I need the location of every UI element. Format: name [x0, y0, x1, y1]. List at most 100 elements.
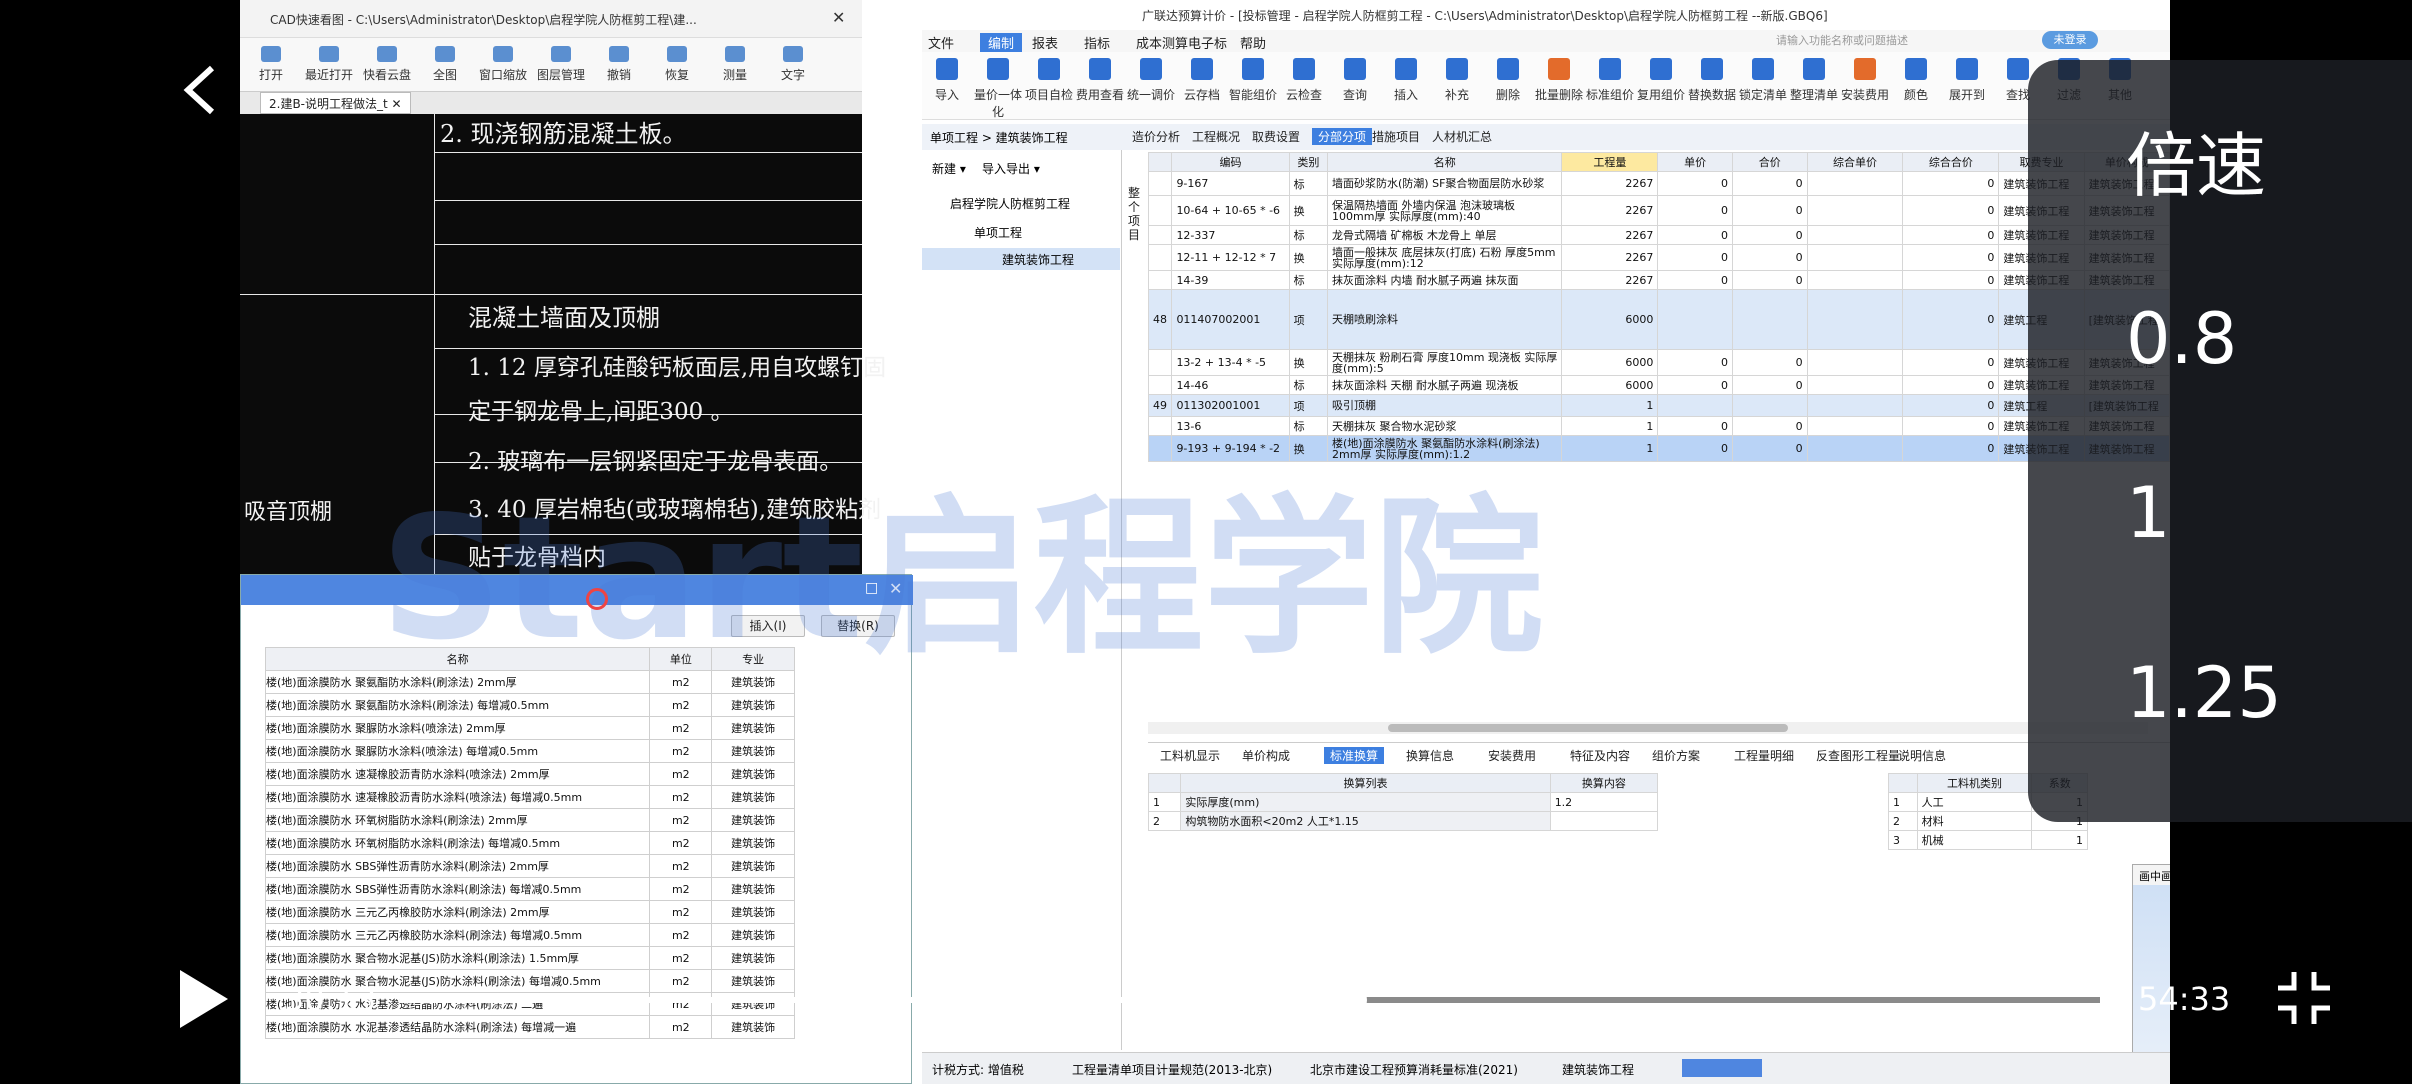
dialog-row[interactable]: 楼(地)面涂膜防水 速凝橡胶沥青防水涂料(喷涂法) 2mm厚 m2 建筑装饰 — [264, 762, 795, 786]
fullscreen-exit-button[interactable] — [2274, 968, 2334, 1028]
menu-item[interactable]: 编制 — [980, 33, 1023, 52]
menu-item[interactable]: 帮助 — [1240, 33, 1266, 52]
grid-row[interactable]: 13-6标天棚抹灰 聚合物水泥砂浆1000建筑装饰工程建筑装饰工程 — [1147, 416, 2170, 436]
ribbon-button[interactable]: 智能组价 — [1228, 58, 1278, 103]
conv-row[interactable]: 2 构筑物防水面积<20m2 人工*1.15 — [1147, 811, 1659, 831]
grid-column-header[interactable]: 类别 — [1288, 152, 1329, 172]
grid-row[interactable]: 9-167标墙面砂浆防水(防潮) SF聚合物面层防水砂浆2267000建筑装饰工… — [1147, 171, 2170, 196]
page-tab[interactable]: 措施项目 — [1372, 128, 1420, 145]
dialog-row[interactable]: 楼(地)面涂膜防水 速凝橡胶沥青防水涂料(喷涂法) 每增减0.5mm m2 建筑装饰 — [264, 785, 795, 809]
grid-column-header[interactable]: 名称 — [1327, 152, 1563, 172]
grid-column-header[interactable]: 单价 — [1657, 152, 1733, 172]
bottom-tab[interactable]: 组价方案 — [1652, 747, 1700, 764]
ribbon-button[interactable]: 统一调价 — [1126, 58, 1176, 103]
close-icon[interactable]: ✕ — [832, 8, 845, 27]
page-tab[interactable]: 取费设置 — [1252, 128, 1300, 145]
bottom-tab[interactable]: 工料机显示 — [1160, 747, 1220, 764]
conv-row[interactable]: 1 实际厚度(mm) 1.2 — [1147, 792, 1659, 812]
cad-toolbar-button[interactable]: 撤销 — [594, 42, 644, 88]
cad-toolbar-button[interactable]: 最近打开 — [304, 42, 354, 88]
bottom-tab[interactable]: 特征及内容 — [1570, 747, 1630, 764]
search-input[interactable]: 请输入功能名称或问题描述 — [1762, 32, 1962, 50]
cad-tab[interactable]: 2.建B-说明工程做法_t ✕ — [260, 92, 411, 114]
bottom-tab[interactable]: 说明信息 — [1898, 747, 1946, 764]
page-tab[interactable]: 造价分析 — [1132, 128, 1180, 145]
grid-row[interactable]: 13-2 + 13-4 * -5 换天棚抹灰 粉刷石膏 厚度10mm 现浇板 实际… — [1147, 349, 2170, 376]
bottom-tab[interactable]: 工程量明细 — [1734, 747, 1794, 764]
conv-value-input[interactable] — [1549, 811, 1659, 831]
grid-row[interactable]: 48011407002001项天棚喷刷涂料60000建筑工程[建筑装饰工程 — [1147, 289, 2170, 350]
ribbon-button[interactable]: 整理清单 — [1789, 58, 1839, 103]
bottom-tab[interactable]: 标准换算 — [1324, 747, 1385, 764]
cad-toolbar-button[interactable]: 打开 — [246, 42, 296, 88]
import-export-button[interactable]: 导入导出 ▾ — [982, 160, 1040, 177]
grid-row[interactable]: 14-46标抹灰面涂料 天棚 耐水腻子两遍 现浇板6000000建筑装饰工程建筑… — [1147, 375, 2170, 395]
ribbon-button[interactable]: 替换数据 — [1687, 58, 1737, 103]
grid-column-header[interactable]: 工程量 — [1561, 152, 1659, 172]
dialog-row[interactable]: 楼(地)面涂膜防水 三元乙丙橡胶防水涂料(刷涂法) 每增减0.5mm m2 建筑装饰 — [264, 923, 795, 947]
menu-item[interactable]: 成本测算 — [1136, 33, 1188, 52]
ribbon-button[interactable]: 锁定清单 — [1738, 58, 1788, 103]
cad-toolbar-button[interactable]: 文字 — [768, 42, 818, 88]
dialog-row[interactable]: 楼(地)面涂膜防水 三元乙丙橡胶防水涂料(刷涂法) 2mm厚 m2 建筑装饰 — [264, 900, 795, 924]
cad-toolbar-button[interactable]: 窗口缩放 — [478, 42, 528, 88]
ribbon-button[interactable]: 量价一体化 — [973, 58, 1023, 120]
grid-column-header[interactable]: 综合合价 — [1902, 152, 2000, 172]
dialog-row[interactable]: 楼(地)面涂膜防水 水泥基渗透结晶防水涂料(刷涂法) 每增减一遍 m2 建筑装饰 — [264, 1015, 795, 1039]
ribbon-button[interactable]: 删除 — [1483, 58, 1533, 103]
speed-option-1[interactable]: 1 — [2126, 472, 2171, 554]
speed-option-1-25[interactable]: 1.25 — [2126, 652, 2282, 734]
grid-row[interactable]: 12-337标龙骨式隔墙 矿棉板 木龙骨上 单层2267000建筑装饰工程建筑装… — [1147, 225, 2170, 245]
menu-item[interactable]: 指标 — [1084, 33, 1110, 52]
dialog-row[interactable]: 楼(地)面涂膜防水 聚氨酯防水涂料(刷涂法) 每增减0.5mm m2 建筑装饰 — [264, 693, 795, 717]
ribbon-button[interactable]: 云检查 — [1279, 58, 1329, 103]
bottom-tab[interactable]: 反查图形工程量 — [1816, 747, 1900, 764]
dialog-row[interactable]: 楼(地)面涂膜防水 环氧树脂防水涂料(刷涂法) 每增减0.5mm m2 建筑装饰 — [264, 831, 795, 855]
cad-toolbar-button[interactable]: 全图 — [420, 42, 470, 88]
menu-item[interactable]: 电子标 — [1188, 33, 1227, 52]
grid-column-header[interactable]: 编码 — [1171, 152, 1290, 172]
ribbon-button[interactable]: 补充 — [1432, 58, 1482, 103]
grid-scrollbar[interactable] — [1148, 722, 2148, 734]
tree-item-single[interactable]: 单项工程 — [974, 224, 1022, 241]
new-button[interactable]: 新建 ▾ — [932, 160, 966, 177]
tree-root[interactable]: 启程学院人防框剪工程 — [950, 195, 1070, 212]
ribbon-button[interactable]: 安装费用 — [1840, 58, 1890, 103]
cad-toolbar-button[interactable]: 快看云盘 — [362, 42, 412, 88]
play-button[interactable] — [176, 968, 232, 1030]
ribbon-button[interactable]: 批量删除 — [1534, 58, 1584, 103]
ribbon-button[interactable]: 查询 — [1330, 58, 1380, 103]
progress-thumb[interactable] — [1326, 980, 1367, 1020]
ribbon-button[interactable]: 云存档 — [1177, 58, 1227, 103]
speed-option-0-8[interactable]: 0.8 — [2126, 298, 2237, 380]
grid-row[interactable]: 49011302001001项吸引顶棚10建筑工程[建筑装饰工程 — [1147, 394, 2170, 417]
ribbon-button[interactable]: 复用组价 — [1636, 58, 1686, 103]
dialog-row[interactable]: 楼(地)面涂膜防水 聚脲防水涂料(喷涂法) 每增减0.5mm m2 建筑装饰 — [264, 739, 795, 763]
conv-value-input[interactable]: 1.2 — [1549, 792, 1659, 812]
bottom-tab[interactable]: 安装费用 — [1488, 747, 1536, 764]
tree-item-building[interactable]: 建筑装饰工程 — [922, 248, 1120, 270]
ribbon-button[interactable]: 插入 — [1381, 58, 1431, 103]
back-button[interactable] — [176, 60, 226, 120]
page-tab[interactable]: 工程概况 — [1192, 128, 1240, 145]
dialog-row[interactable]: 楼(地)面涂膜防水 聚脲防水涂料(喷涂法) 2mm厚 m2 建筑装饰 — [264, 716, 795, 740]
dialog-row[interactable]: 楼(地)面涂膜防水 SBS弹性沥青防水涂料(刷涂法) 2mm厚 m2 建筑装饰 — [264, 854, 795, 878]
grid-row[interactable]: 12-11 + 12-12 * 7 换墙面一般抹灰 底层抹灰(打底) 石粉 厚度5… — [1147, 244, 2170, 271]
cad-toolbar-button[interactable]: 恢复 — [652, 42, 702, 88]
grid-scrollbar-thumb[interactable] — [1388, 724, 1788, 732]
menu-item[interactable]: 文件 — [928, 33, 954, 52]
grid-column-header[interactable]: 合价 — [1731, 152, 1808, 172]
bottom-tab[interactable]: 单价构成 — [1242, 747, 1290, 764]
dialog-row[interactable]: 楼(地)面涂膜防水 环氧树脂防水涂料(刷涂法) 2mm厚 m2 建筑装饰 — [264, 808, 795, 832]
grid-row[interactable]: 14-39标抹灰面涂料 内墙 耐水腻子两遍 抹灰面2267000建筑装饰工程建筑… — [1147, 270, 2170, 290]
login-button[interactable]: 未登录 — [2042, 31, 2098, 49]
grid-column-header[interactable]: 综合单价 — [1806, 152, 1904, 172]
dialog-row[interactable]: 楼(地)面涂膜防水 聚合物水泥基(JS)防水涂料(刷涂法) 1.5mm厚 m2 建筑… — [264, 946, 795, 970]
picture-in-picture[interactable]: 画中画 ✕ — [2132, 864, 2170, 1084]
page-tab[interactable]: 人材机汇总 — [1432, 128, 1492, 145]
grid-row[interactable]: 10-64 + 10-65 * -6 换保温隔热墙面 外墙内保温 泡沫玻璃板 10… — [1147, 195, 2170, 226]
ribbon-button[interactable]: 导入 — [922, 58, 972, 103]
mat-row[interactable]: 3 机械 1 — [1888, 830, 2088, 850]
bottom-tab[interactable]: 换算信息 — [1406, 747, 1454, 764]
ribbon-button[interactable]: 费用查看 — [1075, 58, 1125, 103]
